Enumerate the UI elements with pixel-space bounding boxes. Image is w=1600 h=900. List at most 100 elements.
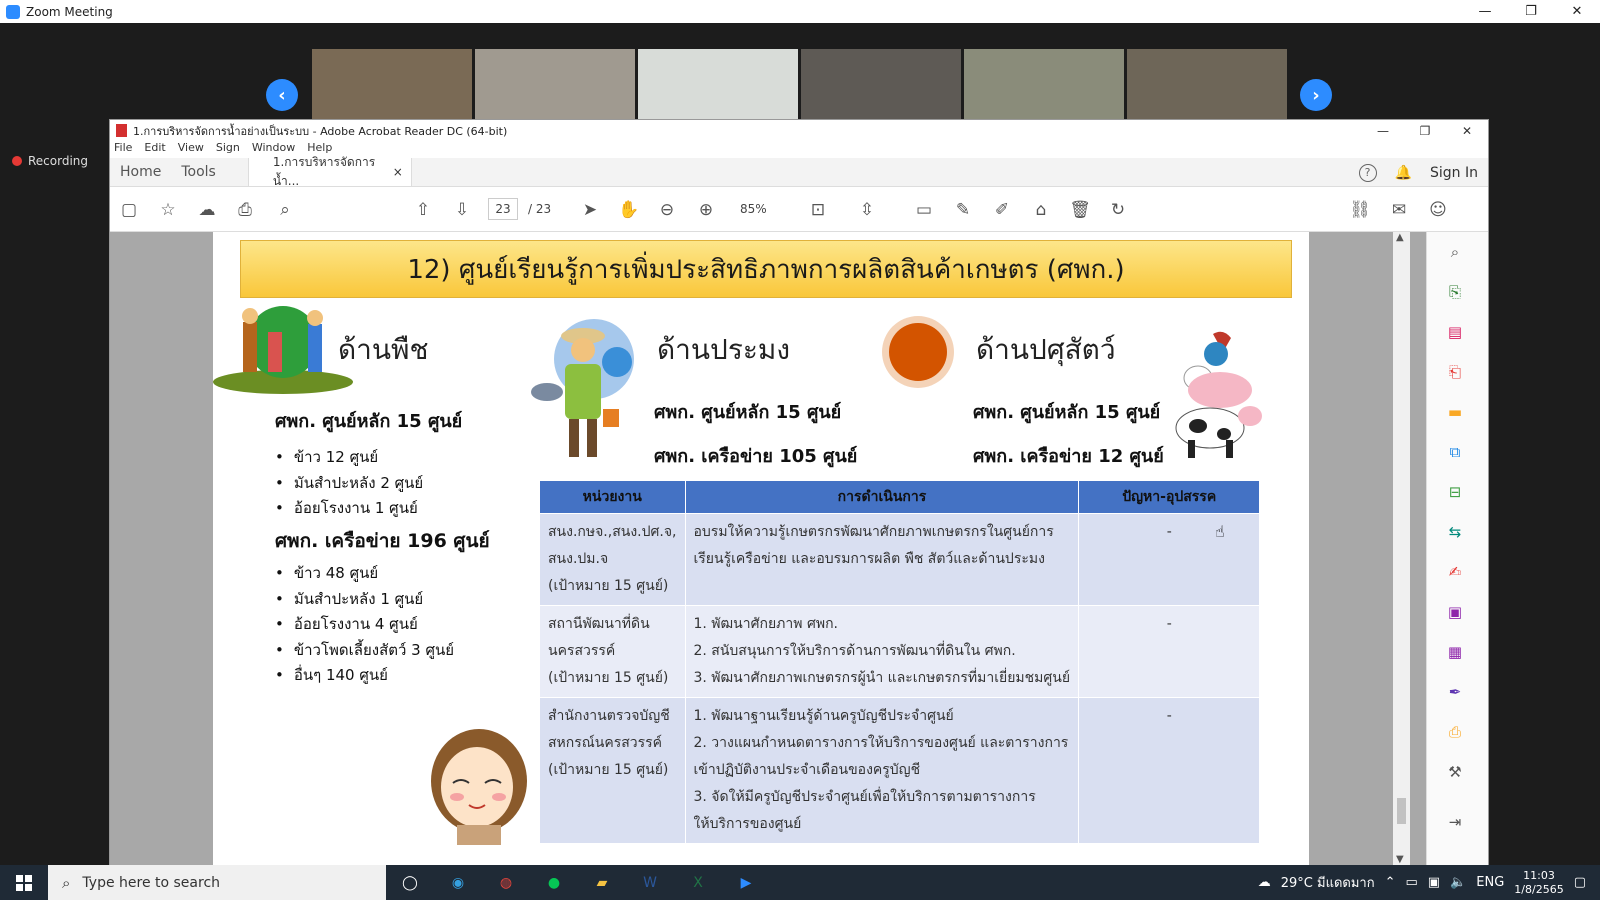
select-cursor-icon[interactable]: ➤ — [579, 199, 601, 221]
clock-date: 1/8/2565 — [1514, 882, 1564, 896]
maximize-icon[interactable]: ❐ — [1508, 0, 1554, 23]
weather-text[interactable]: 29°C มีแดดมาก — [1281, 872, 1375, 893]
scroll-mode-icon[interactable]: ⇳ — [856, 199, 878, 221]
save-icon[interactable]: ▢ — [118, 199, 140, 221]
cell-action: 1. พัฒนาฐานเรียนรู้ด้านครูบัญชีประจำศูนย… — [684, 697, 1080, 844]
acrobat-maximize-icon[interactable]: ❐ — [1404, 120, 1446, 141]
pdf-page: 12) ศูนย์เรียนรู้การเพิ่มประสิทธิภาพการผ… — [213, 232, 1309, 865]
zoom-search-tool-icon[interactable]: ⌕ — [1443, 240, 1467, 264]
left-panel-toggle[interactable] — [110, 232, 118, 865]
page-down-icon[interactable]: ⇩ — [451, 199, 473, 221]
weather-cloud-icon: ☁ — [1257, 875, 1271, 890]
cell-unit: สถานีพัฒนาที่ดิน นครสวรรค์ (เป้าหมาย 15 ศู… — [539, 605, 686, 698]
language-indicator[interactable]: ENG — [1476, 875, 1504, 890]
upload-cloud-icon[interactable]: ☁ — [196, 199, 218, 221]
edge-icon[interactable]: ◉ — [434, 865, 482, 900]
delete-icon[interactable]: 🗑 — [1069, 199, 1091, 221]
hand-tool-icon[interactable]: ✋ — [618, 199, 640, 221]
start-button[interactable] — [0, 865, 48, 900]
prepare-form-icon[interactable]: ▦ — [1443, 640, 1467, 664]
help-icon[interactable]: ? — [1358, 163, 1377, 182]
clock[interactable]: 11:03 1/8/2565 — [1514, 869, 1563, 897]
prev-participants-button[interactable]: ‹ — [266, 79, 298, 111]
create-pdf-icon[interactable]: ⎘ — [1443, 280, 1467, 304]
minimize-icon[interactable]: — — [1462, 0, 1508, 23]
cell-problem: - — [1078, 605, 1260, 698]
email-icon[interactable]: ✉ — [1388, 199, 1410, 221]
fill-sign-icon[interactable]: ✍ — [1443, 560, 1467, 584]
user-add-icon[interactable]: ☺ — [1427, 199, 1449, 221]
tab-document[interactable]: 1.การบริหารจัดการน้ำ... × — [247, 155, 412, 188]
fishery-heading: ด้านประมง — [657, 333, 791, 366]
combine-files-icon[interactable]: ⧉ — [1443, 440, 1467, 464]
cell-unit: สำนักงานตรวจบัญชี สหกรณ์นครสวรรค์ (เป้าหมา… — [539, 697, 686, 844]
more-tools-icon[interactable]: ⚒ — [1443, 760, 1467, 784]
scroll-up-icon[interactable]: ▲ — [1396, 232, 1404, 243]
share-link-icon[interactable]: ⛓ — [1349, 199, 1371, 221]
print-icon[interactable]: ⎙ — [234, 199, 256, 221]
highlight-pen-icon[interactable]: ✎ — [952, 199, 974, 221]
search-placeholder: Type here to search — [82, 874, 221, 891]
file-explorer-icon[interactable]: ▰ — [578, 865, 626, 900]
meet-now-icon[interactable]: ▭ — [1406, 875, 1418, 890]
request-signature-icon[interactable]: ✒ — [1443, 680, 1467, 704]
network-icon[interactable]: ▣ — [1428, 875, 1440, 890]
zoom-out-icon[interactable]: ⊖ — [656, 199, 678, 221]
vertical-scrollbar[interactable]: ▲ ▼ — [1393, 232, 1410, 865]
send-track-icon[interactable]: ⇆ — [1443, 520, 1467, 544]
zoom-in-icon[interactable]: ⊕ — [695, 199, 717, 221]
comment-icon[interactable]: ▭ — [913, 199, 935, 221]
volume-icon[interactable]: 🔈 — [1450, 875, 1466, 890]
tab-home[interactable]: Home — [110, 158, 171, 186]
sign-in-button[interactable]: Sign In — [1430, 165, 1478, 181]
notification-bell-icon[interactable]: 🔔 — [1395, 165, 1412, 181]
scroll-down-icon[interactable]: ▼ — [1396, 854, 1404, 865]
zoom-level-select[interactable]: 85% — [740, 198, 788, 220]
fit-page-icon[interactable]: ⊡ — [807, 199, 829, 221]
search-icon: ⌕ — [62, 873, 71, 892]
menu-item-sign[interactable]: Sign — [216, 141, 240, 158]
excel-icon[interactable]: X — [674, 865, 722, 900]
scan-ocr-icon[interactable]: ⎙ — [1443, 720, 1467, 744]
unit-line: (เป้าหมาย 15 ศูนย์) — [548, 670, 669, 686]
collapse-pane-icon[interactable]: ⇥ — [1443, 810, 1467, 834]
taskbar-search-box[interactable]: ⌕ Type here to search — [48, 865, 386, 900]
page-total: / 23 — [528, 202, 552, 216]
search-zoom-icon[interactable]: ⌕ — [274, 199, 296, 221]
menu-item-view[interactable]: View — [178, 141, 204, 158]
stamp-icon[interactable]: ⌂ — [1030, 199, 1052, 221]
tab-tools[interactable]: Tools — [171, 158, 226, 186]
right-tools-pane: ⌕ ⎘ ▤ ⎗ ▬ ⧉ ⊟ ⇆ ✍ ▣ ▦ ✒ ⎙ ⚒ ⇥ — [1426, 232, 1488, 865]
organize-pages-icon[interactable]: ▤ — [1443, 320, 1467, 344]
zoom-app-icon[interactable]: ▶ — [722, 865, 770, 900]
line-app-icon[interactable]: ● — [530, 865, 578, 900]
system-tray: ☁ 29°C มีแดดมาก ⌃ ▭ ▣ 🔈 ENG 11:03 1/8/25… — [1258, 865, 1600, 900]
chrome-icon[interactable]: ◍ — [482, 865, 530, 900]
scrollbar-thumb[interactable] — [1397, 798, 1406, 824]
notifications-icon[interactable]: ▢ — [1574, 875, 1586, 890]
next-participants-button[interactable]: › — [1300, 79, 1332, 111]
table-header-unit: หน่วยงาน — [539, 480, 686, 514]
action-line: เรียนรู้เครือข่าย และอบรมการผลิต พืช สัต… — [693, 551, 1045, 567]
protect-icon[interactable]: ▣ — [1443, 600, 1467, 624]
bookmark-star-icon[interactable]: ☆ — [157, 199, 179, 221]
draw-icon[interactable]: ✐ — [991, 199, 1013, 221]
menu-item-edit[interactable]: Edit — [144, 141, 165, 158]
tray-up-arrow-icon[interactable]: ⌃ — [1385, 875, 1396, 890]
action-line: 2. สนับสนุนการให้บริการด้านการพัฒนาที่ดิ… — [693, 643, 1016, 659]
acrobat-close-icon[interactable]: ✕ — [1446, 120, 1488, 141]
close-icon[interactable]: ✕ — [1554, 0, 1600, 23]
comment-tool-icon[interactable]: ▬ — [1443, 400, 1467, 424]
close-tab-icon[interactable]: × — [393, 165, 403, 179]
rotate-icon[interactable]: ↻ — [1107, 199, 1129, 221]
cortana-icon[interactable]: ◯ — [386, 865, 434, 900]
acrobat-minimize-icon[interactable]: — — [1362, 120, 1404, 141]
document-viewer[interactable]: 12) ศูนย์เรียนรู้การเพิ่มประสิทธิภาพการผ… — [110, 232, 1488, 865]
export-pdf-icon[interactable]: ⎗ — [1443, 360, 1467, 384]
page-number-input[interactable]: 23 — [488, 198, 518, 220]
word-icon[interactable]: W — [626, 865, 674, 900]
compress-icon[interactable]: ⊟ — [1443, 480, 1467, 504]
page-up-icon[interactable]: ⇧ — [412, 199, 434, 221]
menu-item-file[interactable]: File — [114, 141, 132, 158]
recording-label: Recording — [28, 154, 89, 168]
